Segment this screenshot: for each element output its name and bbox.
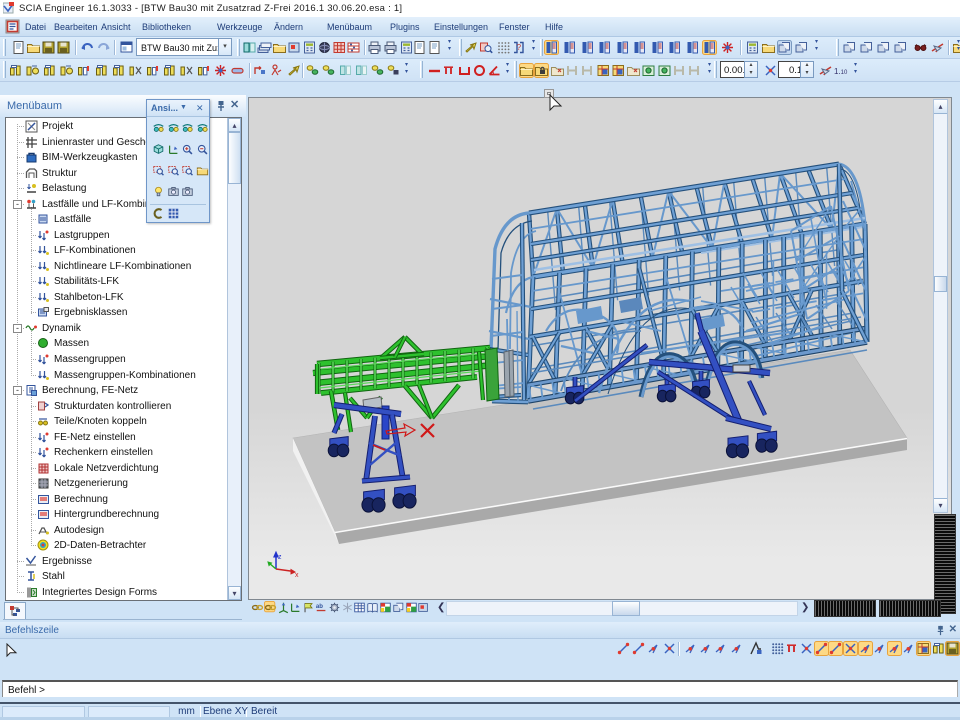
svg-text:x: x bbox=[295, 572, 299, 579]
svg-text:ab: ab bbox=[316, 604, 323, 610]
svg-text:z: z bbox=[278, 554, 282, 561]
svg-text:?: ? bbox=[517, 43, 522, 52]
